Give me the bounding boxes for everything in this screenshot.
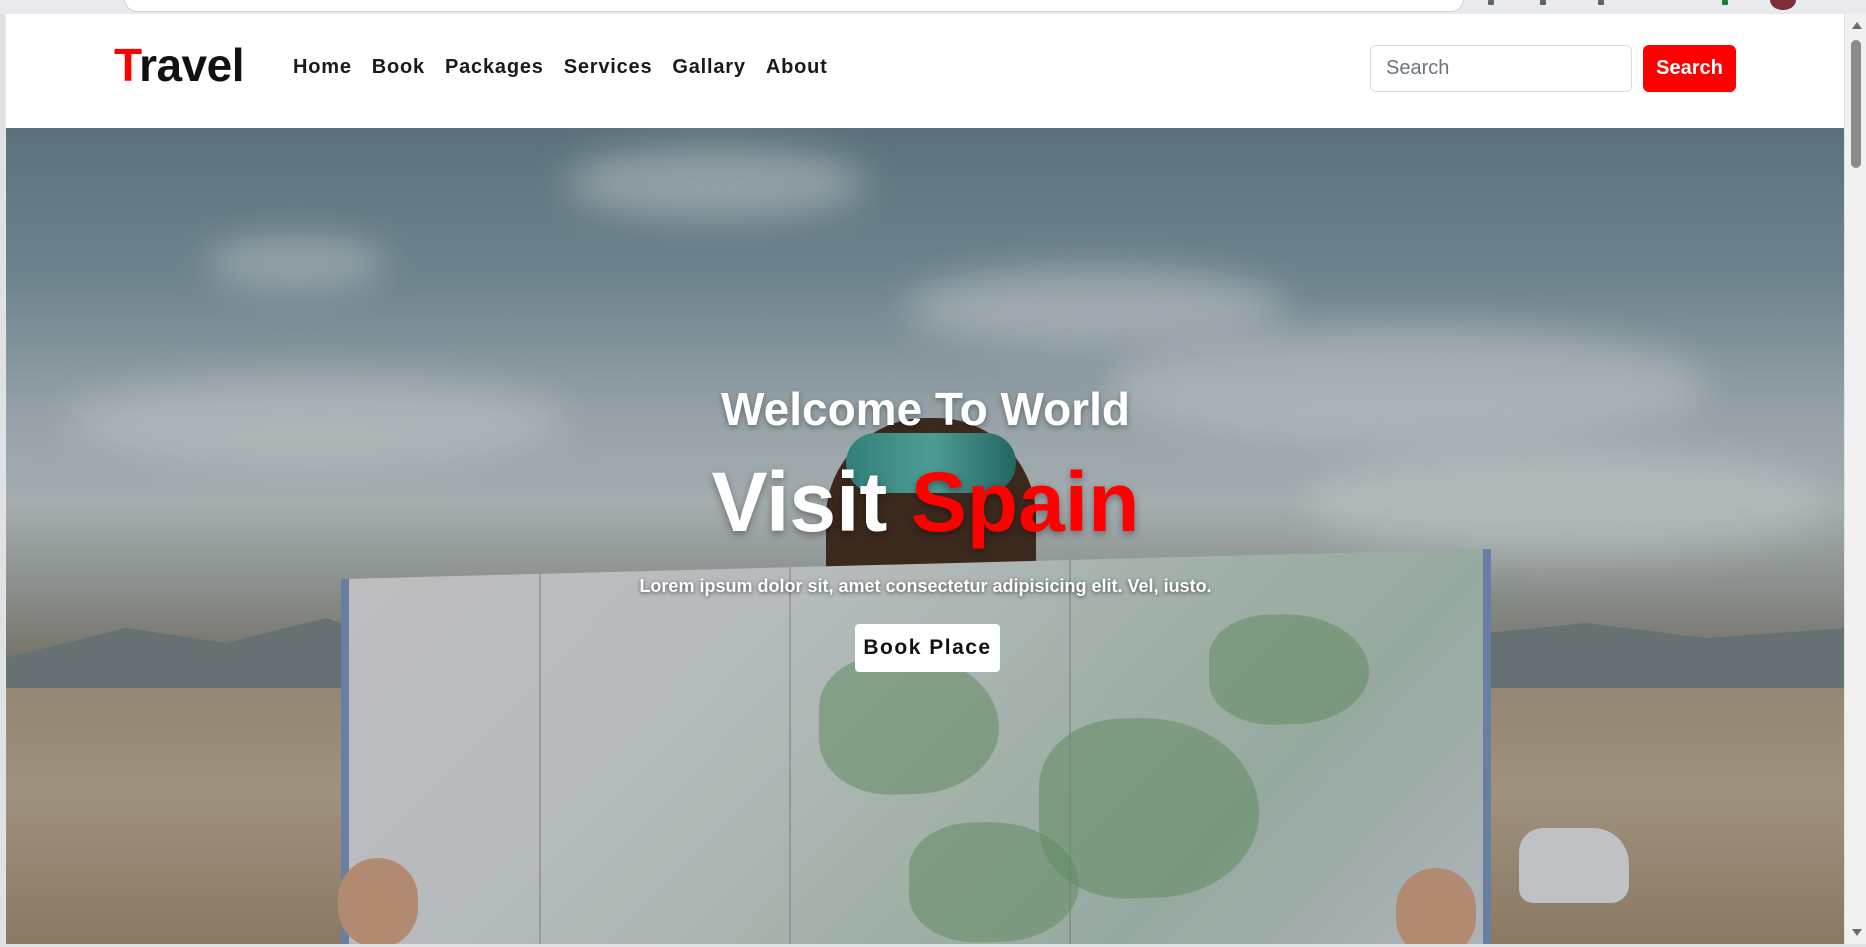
hero-title-text: Visit (711, 455, 911, 549)
extension-icon[interactable] (1598, 0, 1604, 5)
hero-section: Welcome To World Visit Spain Lorem ipsum… (6, 128, 1844, 944)
nav-link-home[interactable]: Home (293, 56, 352, 79)
extension-icon[interactable] (1488, 0, 1494, 5)
extension-icon[interactable] (1540, 0, 1546, 5)
brand-logo-text: ravel (139, 39, 244, 91)
book-place-button[interactable]: Book Place (855, 624, 1000, 672)
nav-link-services[interactable]: Services (564, 56, 653, 79)
search-button[interactable]: Search (1643, 45, 1736, 92)
scrollbar-thumb[interactable] (1851, 40, 1861, 168)
hero-content: Welcome To World Visit Spain Lorem ipsum… (6, 128, 1844, 944)
brand-logo[interactable]: Travel (114, 38, 244, 92)
page-scrollbar[interactable] (1844, 14, 1866, 944)
nav-link-packages[interactable]: Packages (445, 56, 544, 79)
extension-icon[interactable] (1722, 0, 1728, 5)
address-bar[interactable] (124, 0, 1464, 12)
browser-toolbar (0, 0, 1866, 14)
nav-link-gallary[interactable]: Gallary (672, 56, 745, 79)
profile-avatar[interactable] (1770, 0, 1796, 10)
nav-link-about[interactable]: About (766, 56, 828, 79)
search-input[interactable] (1370, 45, 1632, 92)
scroll-up-arrow-icon[interactable] (1852, 22, 1862, 29)
navbar: Travel Home Book Packages Services Galla… (6, 14, 1844, 128)
scroll-down-arrow-icon[interactable] (1852, 929, 1862, 936)
hero-title: Visit Spain (6, 454, 1844, 551)
hero-description: Lorem ipsum dolor sit, amet consectetur … (639, 576, 1212, 596)
nav-link-book[interactable]: Book (372, 56, 425, 79)
nav-links: Home Book Packages Services Gallary Abou… (293, 56, 848, 79)
page-viewport: Travel Home Book Packages Services Galla… (5, 14, 1844, 944)
brand-logo-accent: T (114, 39, 140, 91)
hero-title-accent: Spain (910, 455, 1140, 549)
hero-subtitle: Welcome To World (721, 383, 1130, 435)
